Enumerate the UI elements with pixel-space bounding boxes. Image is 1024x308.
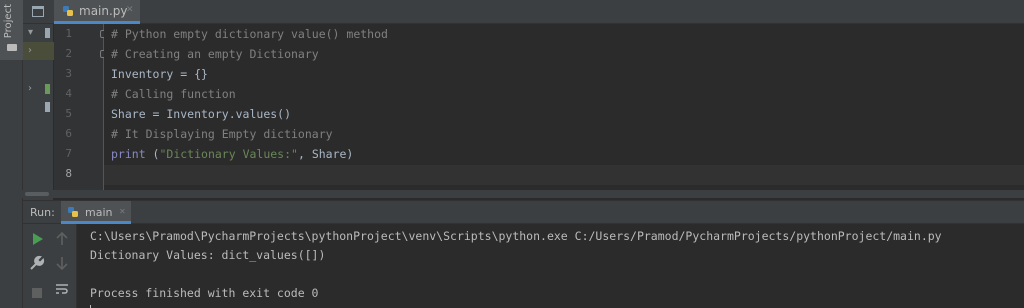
wrench-icon[interactable] <box>28 254 46 272</box>
console-line: Dictionary Values: dict_values([]) <box>90 248 326 262</box>
project-tree-row[interactable] <box>23 98 54 116</box>
builtin-print: print <box>111 147 146 161</box>
close-icon[interactable]: ✕ <box>119 207 126 216</box>
folder-icon <box>7 44 17 51</box>
run-console[interactable]: C:\Users\Pramod\PycharmProjects\pythonPr… <box>77 224 1024 308</box>
run-tab-label: main <box>85 206 113 219</box>
project-panel: ▾ › › <box>23 0 54 200</box>
console-line: Process finished with exit code 0 <box>90 286 319 300</box>
arrow-up-icon[interactable] <box>53 230 71 248</box>
tab-run-main[interactable]: main ✕ <box>61 201 131 224</box>
comment: # Creating an empty Dictionary <box>111 47 319 61</box>
code-line-7: print ("Dictionary Values:", Share) <box>111 144 353 164</box>
line-number: 3 <box>65 67 72 80</box>
project-tree-row[interactable]: › <box>23 80 54 98</box>
code-line-2: # Creating an empty Dictionary <box>111 44 319 64</box>
line-number: 6 <box>65 127 72 140</box>
python-file-icon <box>63 6 73 16</box>
line-number-gutter: 1 2 3 4 5 6 7 8 <box>54 24 108 192</box>
project-tree-row[interactable]: ▾ <box>23 24 54 42</box>
project-panel-header <box>23 0 54 24</box>
line-number: 1 <box>65 27 72 40</box>
project-tool-label: Project <box>3 4 14 39</box>
stop-icon[interactable] <box>28 284 46 302</box>
library-icon <box>45 84 50 94</box>
run-tool-window-header: Run: main ✕ <box>23 200 1024 224</box>
editor-tab-bar: main.py ✕ <box>54 0 1024 24</box>
line-number: 7 <box>65 147 72 160</box>
tab-label: main.py <box>79 4 128 18</box>
comment: # Calling function <box>111 87 236 101</box>
window-icon[interactable] <box>32 6 44 17</box>
comment: # It Displaying Empty dictionary <box>111 127 333 141</box>
horizontal-scrollbar[interactable] <box>0 190 1024 198</box>
console-line: C:\Users\Pramod\PycharmProjects\pythonPr… <box>90 229 942 243</box>
python-file-icon <box>68 207 78 217</box>
code-line-5: Share = Inventory.values() <box>111 104 291 124</box>
tab-main-py[interactable]: main.py ✕ <box>54 0 140 24</box>
scratches-icon <box>45 102 50 112</box>
left-tool-strip: Project <box>0 0 23 308</box>
current-line-highlight <box>104 165 1024 185</box>
chevron-right-icon[interactable]: › <box>28 45 32 56</box>
code-line-6: # It Displaying Empty dictionary <box>111 124 333 144</box>
run-play-icon[interactable] <box>28 230 46 248</box>
code-line-3: Inventory = {} <box>111 64 208 84</box>
run-toolbar <box>23 224 77 308</box>
code-text: , Share) <box>297 147 354 161</box>
code-line-4: # Calling function <box>111 84 236 104</box>
code-text: Share = Inventory.values() <box>111 107 292 121</box>
line-number: 2 <box>65 47 72 60</box>
run-label: Run: <box>30 206 55 219</box>
project-tree-row-selected[interactable]: › <box>23 42 54 60</box>
line-number: 4 <box>65 87 72 100</box>
code-text: ( <box>145 147 160 161</box>
arrow-down-icon[interactable] <box>53 254 71 272</box>
code-editor[interactable]: # Python empty dictionary value() method… <box>104 24 1024 192</box>
chevron-down-icon[interactable]: ▾ <box>28 27 33 38</box>
close-icon[interactable]: ✕ <box>126 5 134 15</box>
module-icon <box>45 28 50 38</box>
comment: # Python empty dictionary value() method <box>111 27 388 41</box>
chevron-right-icon[interactable]: › <box>28 83 32 94</box>
string-literal: "Dictionary Values:" <box>159 147 298 161</box>
line-number-current: 8 <box>65 167 72 180</box>
line-number: 5 <box>65 107 72 120</box>
soft-wrap-icon[interactable] <box>53 280 71 298</box>
code-text: Inventory = {} <box>111 67 208 81</box>
code-line-1: # Python empty dictionary value() method <box>111 24 388 44</box>
project-tool-tab[interactable]: Project <box>0 0 23 60</box>
scrollbar-thumb[interactable] <box>25 192 49 196</box>
